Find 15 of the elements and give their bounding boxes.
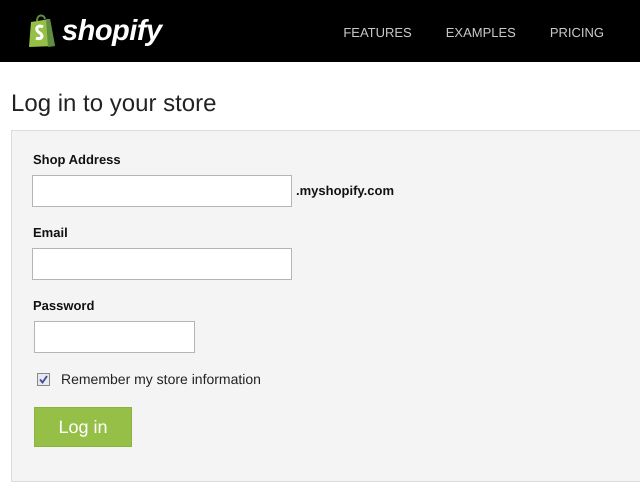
checkbox[interactable] <box>37 372 50 386</box>
field-label: Email <box>33 225 69 240</box>
nav-link[interactable]: EXAMPLES <box>446 24 516 40</box>
input-field[interactable] <box>32 248 292 280</box>
checkbox-label: Remember my store information <box>61 371 261 387</box>
domain-suffix: .myshopify.com <box>296 182 394 198</box>
nav-link[interactable]: PRICING <box>550 24 604 40</box>
input-field[interactable] <box>32 175 292 207</box>
logo-text[interactable]: shopify <box>62 14 162 48</box>
input-field[interactable] <box>34 321 195 353</box>
field-label: Password <box>33 298 96 313</box>
nav-link[interactable]: FEATURES <box>343 24 412 40</box>
field-label: Shop Address <box>33 152 122 167</box>
shopping-bag-icon <box>28 13 56 49</box>
page-title: Log in to your store <box>11 90 218 118</box>
